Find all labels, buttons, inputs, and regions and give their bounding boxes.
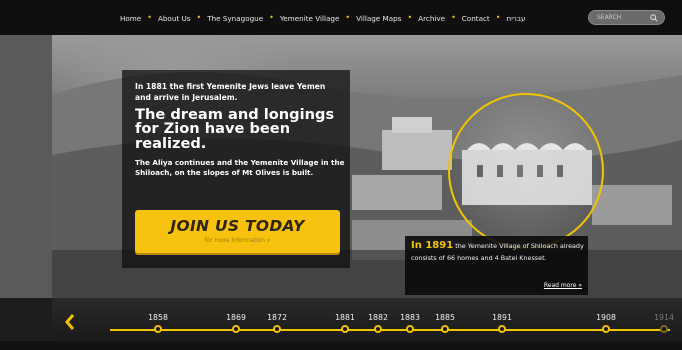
search-placeholder: SEARCH bbox=[597, 14, 622, 21]
highlight-circle bbox=[448, 93, 604, 249]
timeline-year-1869[interactable]: 1869 bbox=[226, 313, 246, 322]
timeline-marker-1872[interactable] bbox=[273, 325, 281, 333]
side-panel bbox=[0, 35, 52, 298]
nav-item-home[interactable]: Home bbox=[120, 14, 141, 23]
event-popup: In 1891 the Yemenite Village of Shiloach… bbox=[405, 236, 588, 295]
timeline-marker-1891[interactable] bbox=[498, 325, 506, 333]
timeline-marker-1858[interactable] bbox=[154, 325, 162, 333]
event-text-block: In 1891 the Yemenite Village of Shiloach… bbox=[411, 240, 586, 264]
nav-item-village-maps[interactable]: Village Maps bbox=[356, 14, 401, 23]
nav-item-contact[interactable]: Contact bbox=[462, 14, 490, 23]
nav-item-hebrew[interactable]: עברית bbox=[506, 14, 525, 23]
footer-strip bbox=[0, 341, 682, 350]
nav-separator: • bbox=[147, 13, 152, 22]
timeline-year-1908[interactable]: 1908 bbox=[596, 313, 616, 322]
intro-text: In 1881 the first Yemenite Jews leave Ye… bbox=[135, 82, 326, 102]
event-year: In 1891 bbox=[411, 240, 454, 251]
join-us-label: JOIN US TODAY bbox=[170, 217, 305, 235]
hero-body-text: The Aliya continues and the Yemenite Vil… bbox=[135, 158, 345, 178]
timeline-marker-1885[interactable] bbox=[441, 325, 449, 333]
more-info-link[interactable]: for more information » bbox=[135, 238, 340, 244]
timeline-year-1881[interactable]: 1881 bbox=[335, 313, 355, 322]
timeline-marker-1869[interactable] bbox=[232, 325, 240, 333]
nav-item-the-synagogue[interactable]: The Synagogue bbox=[207, 14, 263, 23]
timeline-year-1872[interactable]: 1872 bbox=[267, 313, 287, 322]
hero-headline: The dream and longings for Zion have bee… bbox=[135, 106, 335, 152]
timeline-track bbox=[110, 329, 670, 331]
search-input[interactable]: SEARCH bbox=[588, 10, 665, 25]
nav-separator: • bbox=[196, 13, 202, 22]
timeline-marker-1882[interactable] bbox=[374, 325, 382, 333]
nav-menu: Home • About Us • The Synagogue • Yemeni… bbox=[120, 11, 526, 25]
nav-item-archive[interactable]: Archive bbox=[418, 14, 445, 23]
timeline-marker-1908[interactable] bbox=[602, 325, 610, 333]
chevron-left-icon[interactable] bbox=[64, 314, 76, 330]
timeline-year-1914[interactable]: 1914 bbox=[654, 313, 674, 322]
nav-separator: • bbox=[451, 13, 456, 22]
nav-separator: • bbox=[269, 13, 274, 22]
search-icon[interactable] bbox=[650, 14, 658, 22]
timeline-year-1885[interactable]: 1885 bbox=[435, 313, 455, 322]
timeline-year-1883[interactable]: 1883 bbox=[400, 313, 420, 322]
nav-separator: • bbox=[345, 13, 351, 22]
timeline-marker-1914[interactable] bbox=[660, 325, 668, 333]
nav-item-about-us[interactable]: About Us bbox=[158, 14, 191, 23]
timeline-year-1882[interactable]: 1882 bbox=[368, 313, 388, 322]
timeline-marker-1883[interactable] bbox=[406, 325, 414, 333]
timeline-year-1858[interactable]: 1858 bbox=[148, 313, 168, 322]
nav-separator: • bbox=[407, 13, 413, 22]
read-more-link[interactable]: Read more » bbox=[544, 282, 582, 289]
nav-separator: • bbox=[495, 13, 501, 22]
nav-item-yemenite-village[interactable]: Yemenite Village bbox=[280, 14, 340, 23]
top-navigation: Home • About Us • The Synagogue • Yemeni… bbox=[0, 0, 682, 35]
timeline-year-1891[interactable]: 1891 bbox=[492, 313, 512, 322]
join-us-button[interactable]: JOIN US TODAY for more information » bbox=[135, 210, 340, 253]
timeline-marker-1881[interactable] bbox=[341, 325, 349, 333]
